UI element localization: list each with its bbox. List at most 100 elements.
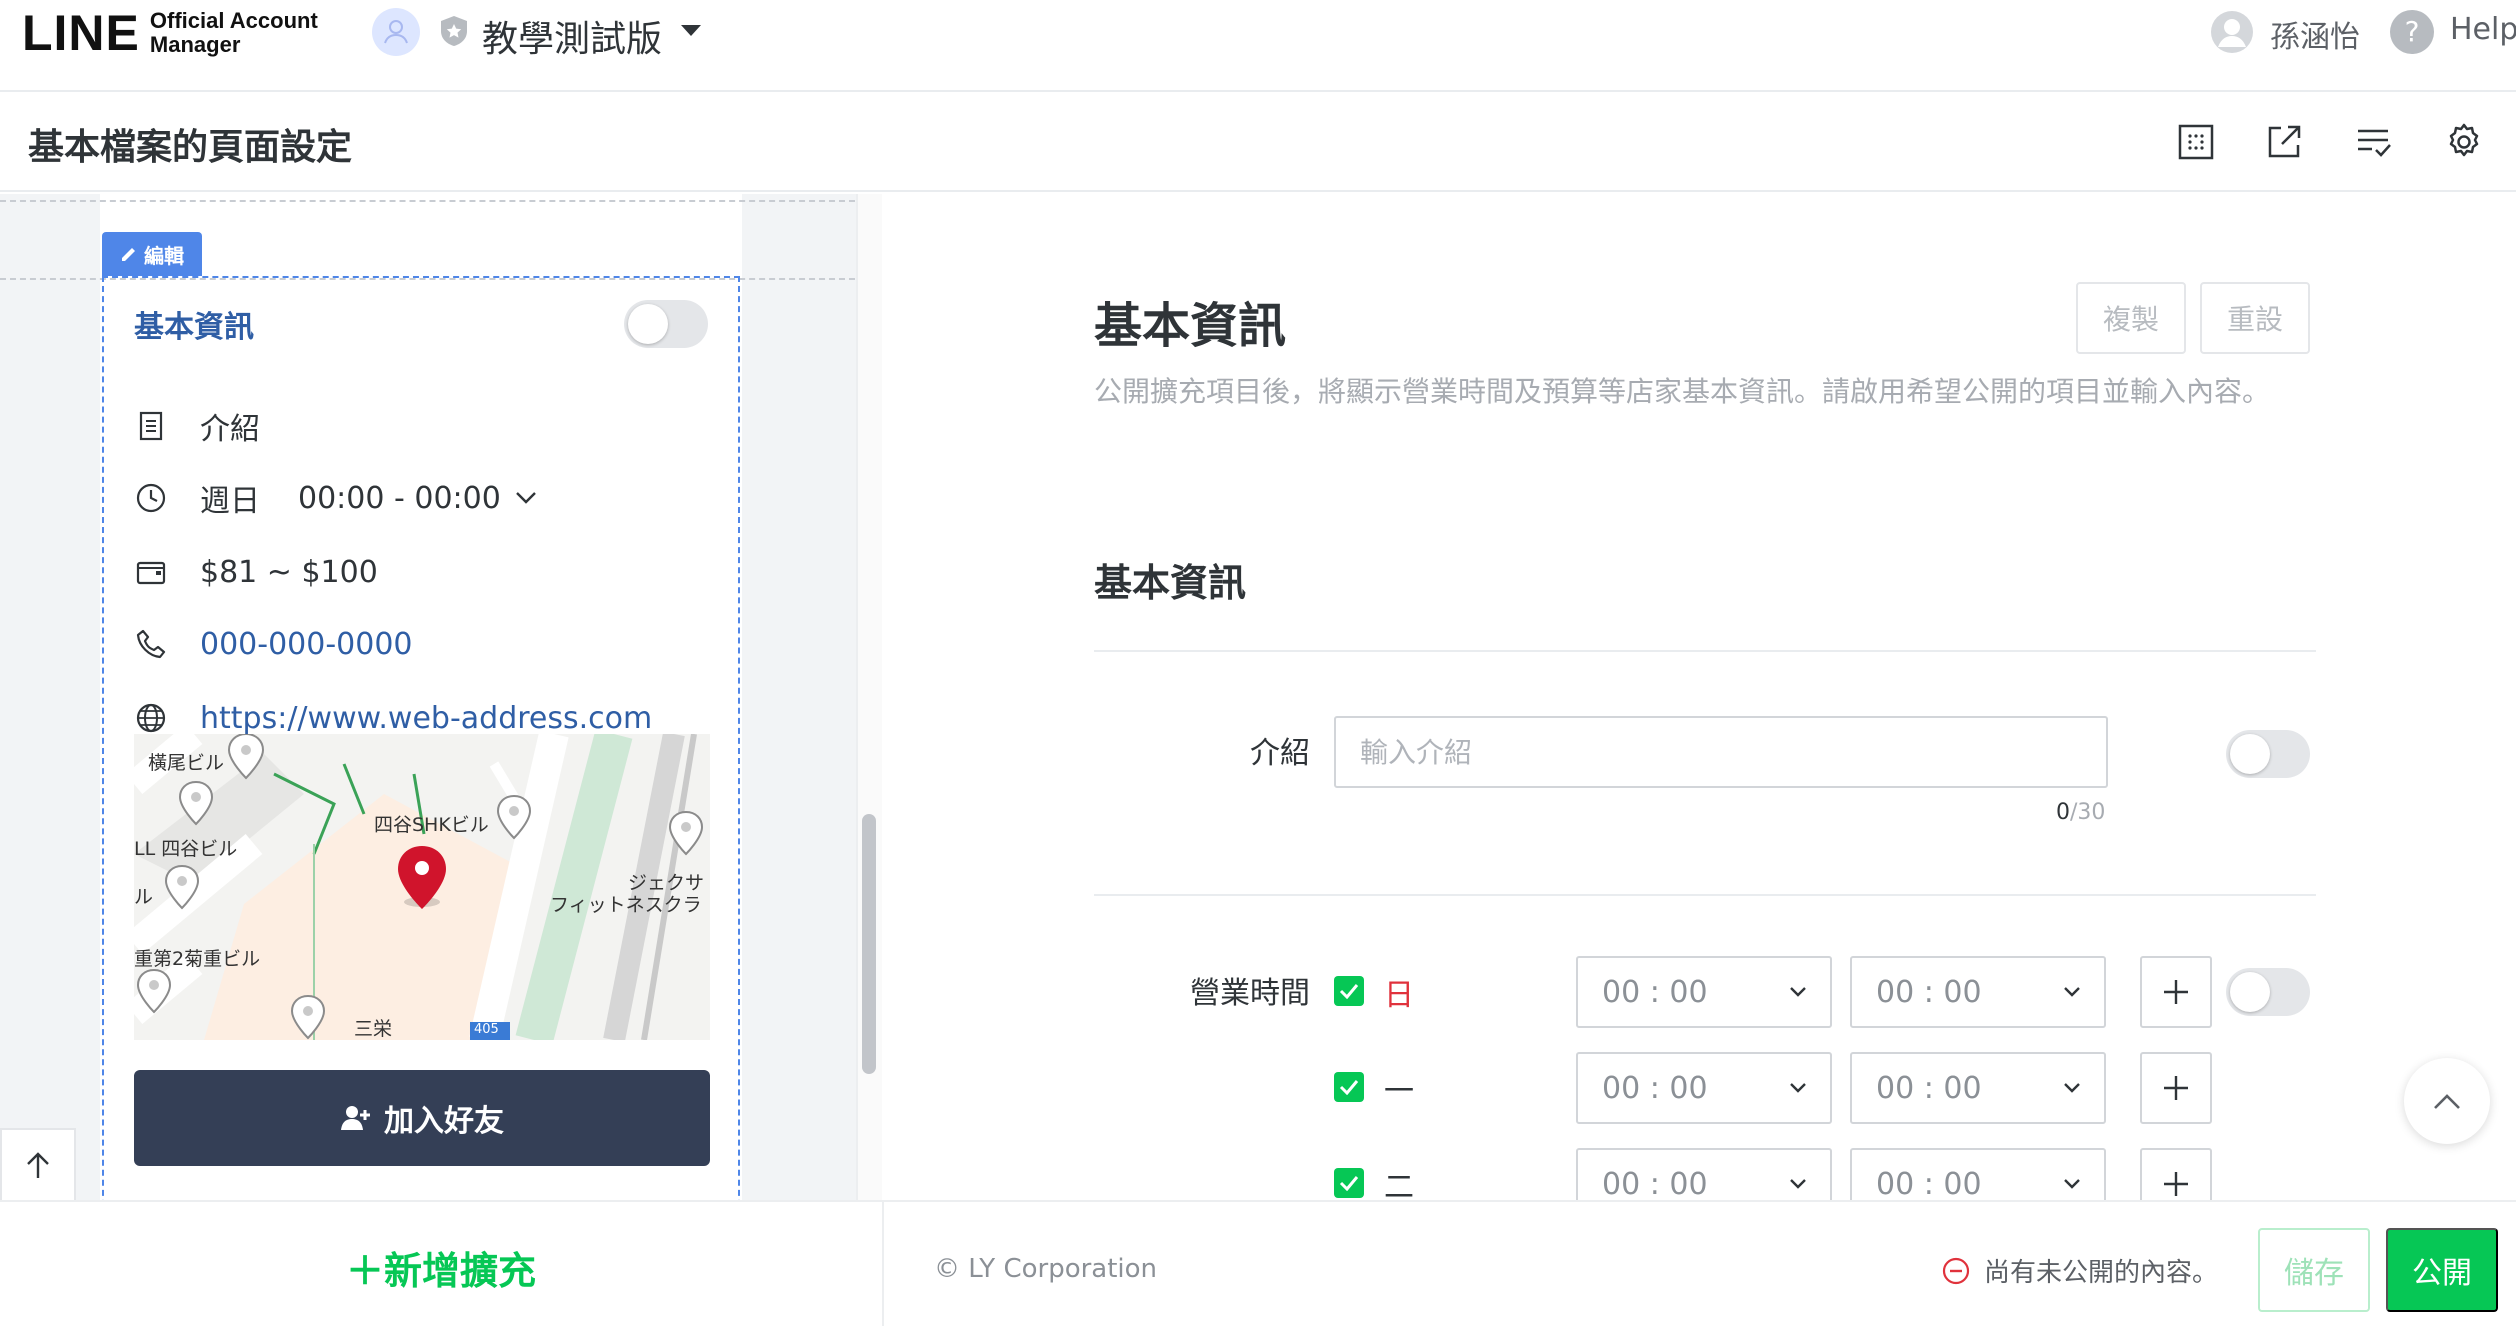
- settings-gear-icon[interactable]: [2444, 122, 2484, 162]
- preview-panel: 編輯 基本資訊 介紹 週日 00:00 - 00:00 $81 ~ $100 0…: [0, 194, 882, 1200]
- chevron-up-icon: [2434, 1094, 2460, 1109]
- preview-hours-time: 00:00 - 00:00: [298, 480, 501, 516]
- add-friend-button[interactable]: 加入好友: [134, 1070, 710, 1166]
- location-map[interactable]: 橫尾ビル 四谷SHKビル LL 四谷ビル ル ジェクサ フィットネスクラ 重第2…: [134, 734, 710, 1040]
- account-dropdown-caret-icon[interactable]: [680, 24, 702, 38]
- intro-visibility-toggle[interactable]: [2226, 730, 2310, 778]
- chevron-down-icon: [2064, 1083, 2080, 1093]
- intro-char-counter: 0/30: [2056, 800, 2105, 825]
- preview-scrollbar-thumb[interactable]: [862, 814, 876, 1074]
- user-name[interactable]: 孫涵怡: [2270, 12, 2360, 56]
- wallet-icon: [136, 561, 166, 585]
- bottom-action-bar: ＋新增擴充 © LY Corporation 尚有未公開的內容。 儲存 公開: [0, 1200, 2516, 1326]
- preview-intro-text: 介紹: [200, 412, 260, 447]
- day-checkbox-mon[interactable]: [1334, 1072, 1364, 1102]
- start-time-value: 00 : 00: [1602, 974, 1708, 1010]
- list-check-icon[interactable]: [2354, 122, 2394, 162]
- minus-circle-icon: [1942, 1257, 1970, 1284]
- logo-line-text: LINE: [22, 5, 140, 61]
- intro-input[interactable]: [1334, 716, 2108, 788]
- edit-tag-button[interactable]: 編輯: [102, 232, 202, 276]
- preview-budget-text: $81 ~ $100: [200, 554, 378, 590]
- edit-tag-label: 編輯: [144, 243, 184, 268]
- add-time-slot-button[interactable]: [2140, 1148, 2212, 1200]
- end-time-value: 00 : 00: [1876, 1070, 1982, 1106]
- preview-card-title: 基本資訊: [134, 310, 254, 345]
- intro-max: /30: [2070, 800, 2106, 825]
- copy-button[interactable]: 複製: [2076, 282, 2186, 354]
- user-avatar-icon[interactable]: [2210, 10, 2254, 54]
- map-label: ル: [134, 886, 154, 908]
- help-link[interactable]: Help: [2450, 12, 2516, 47]
- external-link-icon[interactable]: [2264, 122, 2304, 162]
- map-label: LL 四谷ビル: [134, 838, 238, 860]
- preview-budget-row: $81 ~ $100: [134, 550, 378, 594]
- day-checkbox-sun[interactable]: [1334, 976, 1364, 1006]
- top-bar: LINE Official Account Manager 教學測試版 孫涵怡 …: [0, 0, 2516, 92]
- line-oa-logo[interactable]: LINE Official Account Manager: [22, 4, 318, 62]
- start-time-select[interactable]: 00 : 00: [1576, 1052, 1832, 1124]
- checkmark-icon: [1339, 1176, 1359, 1191]
- add-extension-button[interactable]: ＋新增擴充: [346, 1240, 536, 1295]
- chevron-down-icon: [1790, 1179, 1806, 1189]
- logo-sub-line-2: Manager: [149, 32, 241, 57]
- settings-form-panel: 基本資訊 複製 重設 公開擴充項目後，將顯示營業時間及預算等店家基本資訊。請啟用…: [884, 194, 2516, 1200]
- logo-sub-text: Official Account Manager: [150, 9, 318, 57]
- end-time-value: 00 : 00: [1876, 1166, 1982, 1201]
- divider: [1094, 650, 2316, 652]
- chevron-down-icon: [1790, 1083, 1806, 1093]
- arrow-up-icon: [27, 1152, 49, 1178]
- chevron-down-icon: [515, 492, 536, 504]
- map-route-badge: 405: [474, 1022, 499, 1037]
- globe-icon: [136, 703, 166, 733]
- unpublished-warning: 尚有未公開的內容。: [1942, 1252, 2218, 1289]
- save-button[interactable]: 儲存: [2258, 1228, 2370, 1312]
- end-time-select[interactable]: 00 : 00: [1850, 1148, 2106, 1200]
- hours-visibility-toggle[interactable]: [2226, 968, 2310, 1016]
- add-time-slot-button[interactable]: [2140, 1052, 2212, 1124]
- scroll-top-button[interactable]: [0, 1128, 76, 1200]
- help-icon[interactable]: ?: [2390, 10, 2434, 54]
- intro-count: 0: [2056, 800, 2070, 825]
- end-time-value: 00 : 00: [1876, 974, 1982, 1010]
- start-time-select[interactable]: 00 : 00: [1576, 1148, 1832, 1200]
- account-name[interactable]: 教學測試版: [482, 10, 662, 62]
- publish-button[interactable]: 公開: [2386, 1228, 2498, 1312]
- start-time-select[interactable]: 00 : 00: [1576, 956, 1832, 1028]
- phone-icon: [136, 629, 166, 659]
- map-label: 四谷SHKビル: [374, 814, 489, 836]
- preview-card-toggle[interactable]: [624, 300, 708, 348]
- end-time-select[interactable]: 00 : 00: [1850, 1052, 2106, 1124]
- start-time-value: 00 : 00: [1602, 1070, 1708, 1106]
- unpublished-warning-text: 尚有未公開的內容。: [1984, 1258, 2219, 1288]
- preview-intro-row: 介紹: [134, 404, 260, 448]
- start-time-value: 00 : 00: [1602, 1166, 1708, 1201]
- day-label-mon: 一: [1384, 1074, 1414, 1109]
- page-title: 基本檔案的頁面設定: [28, 127, 353, 168]
- preview-url-link[interactable]: https://www.web-address.com: [200, 701, 652, 736]
- account-avatar-icon[interactable]: [372, 8, 420, 56]
- day-checkbox-tue[interactable]: [1334, 1168, 1364, 1198]
- logo-sub-line-1: Official Account: [149, 8, 318, 33]
- scroll-to-top-button[interactable]: [2404, 1058, 2490, 1144]
- plus-icon: [2164, 1076, 2188, 1100]
- add-time-slot-button[interactable]: [2140, 956, 2212, 1028]
- section-description: 公開擴充項目後，將顯示營業時間及預算等店家基本資訊。請啟用希望公開的項目並輸入內…: [1094, 375, 2271, 408]
- grid-layout-icon[interactable]: [2176, 122, 2216, 162]
- checkmark-icon: [1339, 1080, 1359, 1095]
- preview-phone-link[interactable]: 000-000-0000: [200, 627, 413, 662]
- plus-icon: [2164, 980, 2188, 1004]
- preview-phone-row[interactable]: 000-000-0000: [134, 622, 413, 666]
- clock-icon: [136, 483, 166, 513]
- day-label-sun: 日: [1384, 978, 1414, 1013]
- plus-icon: [2164, 1172, 2188, 1196]
- divider: [1094, 894, 2316, 896]
- add-friend-label: 加入好友: [384, 1104, 504, 1139]
- preview-hours-row[interactable]: 週日 00:00 - 00:00: [134, 476, 537, 520]
- hours-label: 營業時間: [1190, 976, 1310, 1011]
- reset-button[interactable]: 重設: [2200, 282, 2310, 354]
- pencil-icon: [122, 248, 135, 261]
- day-label-tue: 二: [1384, 1170, 1414, 1200]
- map-label: 三栄: [354, 1018, 393, 1040]
- end-time-select[interactable]: 00 : 00: [1850, 956, 2106, 1028]
